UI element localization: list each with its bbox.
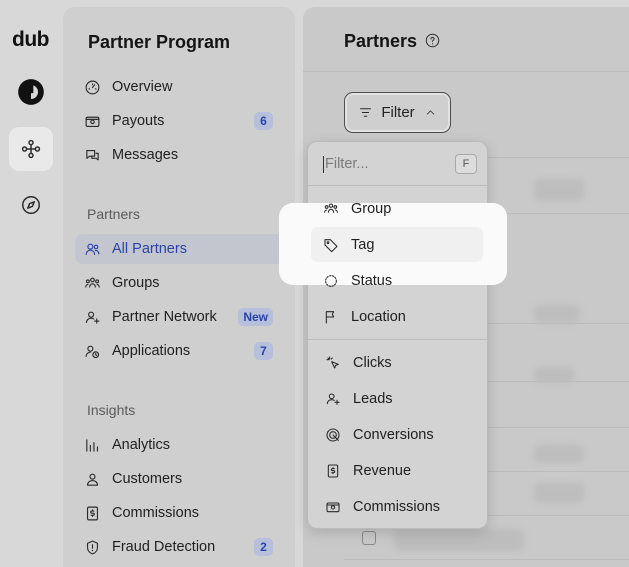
payouts-count-badge: 6 [254,112,273,130]
user-icon [83,470,101,488]
icon-rail: dub [0,0,62,567]
page-title: Partners [344,31,418,51]
sidebar-item-label: Messages [112,147,179,163]
filter-option-leads[interactable]: Leads [312,382,483,416]
blurred-cell [534,483,584,503]
blurred-cell [534,445,584,463]
filter-option-conversions[interactable]: Conversions [312,418,483,452]
filter-option-location-label[interactable]: Location [322,308,406,326]
filter-search-placeholder: Filter... [325,156,369,172]
sidebar-item-label: Commissions [112,505,200,521]
money-bill-icon [324,498,342,516]
explore-rail-button[interactable] [9,183,53,227]
filter-option-commissions[interactable]: Commissions [312,490,483,524]
filter-option-label: Group [351,201,392,217]
money-bill-icon [83,112,101,130]
section-label-partners: Partners [87,206,140,222]
blurred-cell [534,179,584,201]
filter-option-group[interactable]: Group [322,200,391,218]
invoice-dollar-icon [83,504,101,522]
sidebar-item-label: Analytics [112,437,171,453]
new-badge: New [238,308,273,326]
sidebar-item-label: Customers [112,471,183,487]
flag-icon [322,308,340,326]
sidebar-item-label: Overview [112,79,173,95]
sidebar-item-label: Partner Network [112,309,217,325]
chevron-up-icon [426,110,434,115]
sidebar-item-commissions[interactable]: Commissions [75,498,285,528]
filter-option-revenue[interactable]: Revenue [312,454,483,488]
blurred-cell [394,529,524,551]
sidebar: Partner Program Overview Payouts 6 Messa… [63,7,295,567]
sidebar-item-payouts[interactable]: Payouts 6 [75,106,285,136]
filter-option-label: Revenue [353,463,412,479]
table-row [344,559,629,560]
partners-rail-button[interactable] [9,127,53,171]
sidebar-item-fraud-detection[interactable]: Fraud Detection 2 [75,532,285,562]
filter-option-label: Status [351,273,393,289]
section-label-insights: Insights [87,402,136,418]
applications-count-badge: 7 [254,342,273,360]
help-circle-icon[interactable] [425,33,440,48]
sidebar-item-label: All Partners [112,241,187,257]
bar-chart-icon [83,436,101,454]
user-plus-icon [324,390,342,408]
filter-lines-icon [360,108,372,117]
filter-option-clicks[interactable]: Clicks [312,346,483,380]
user-clock-icon [83,342,101,360]
filter-option-status[interactable]: Status [322,272,392,290]
sidebar-item-partner-network[interactable]: Partner Network New [75,302,285,332]
filter-option-label: Commissions [353,499,441,515]
filter-search[interactable]: Filter... F [308,142,487,186]
sidebar-item-label: Groups [112,275,160,291]
filter-option-label: Tag [351,237,375,253]
sidebar-item-analytics[interactable]: Analytics [75,430,285,460]
target-icon [324,426,342,444]
sidebar-item-customers[interactable]: Customers [75,464,285,494]
users-group-icon [83,274,101,292]
sidebar-title: Partner Program [88,32,231,52]
compass-icon [22,196,40,214]
invoice-dollar-icon [324,462,342,480]
brand-logo[interactable]: dub [12,28,49,52]
text-caret [323,156,324,173]
fraud-count-badge: 2 [254,538,273,556]
filter-option-tag[interactable]: Tag [322,236,374,254]
filter-option-label: Conversions [353,427,434,443]
sidebar-item-label: Fraud Detection [112,539,216,555]
tag-icon [322,236,340,254]
sidebar-item-groups[interactable]: Groups [75,268,285,298]
header-divider [303,71,629,72]
filter-option-label: Location [351,309,406,325]
filter-button-label: Filter [381,104,415,121]
sidebar-item-label: Applications [112,343,191,359]
filter-button[interactable]: Filter [344,92,451,133]
cursor-click-icon [324,354,342,372]
filter-option-label: Clicks [353,355,392,371]
filter-option-label: Leads [353,391,393,407]
shield-alert-icon [83,538,101,556]
sidebar-item-label: Payouts [112,113,165,129]
row-checkbox[interactable] [362,531,376,545]
users-group-icon [322,200,340,218]
sidebar-item-all-partners[interactable]: All Partners [75,234,285,264]
dub-circle-icon [18,79,44,105]
status-icon [322,272,340,290]
blurred-cell [534,305,580,323]
chat-icon [83,146,101,164]
user-plus-icon [83,308,101,326]
dropdown-divider [308,339,487,340]
keyboard-shortcut: F [455,154,477,174]
sidebar-item-messages[interactable]: Messages [75,140,285,170]
workspace-logo[interactable] [9,70,53,114]
gauge-icon [83,78,101,96]
users-icon [83,240,101,258]
sidebar-item-overview[interactable]: Overview [75,72,285,102]
network-icon [21,139,41,159]
sidebar-item-applications[interactable]: Applications 7 [75,336,285,366]
